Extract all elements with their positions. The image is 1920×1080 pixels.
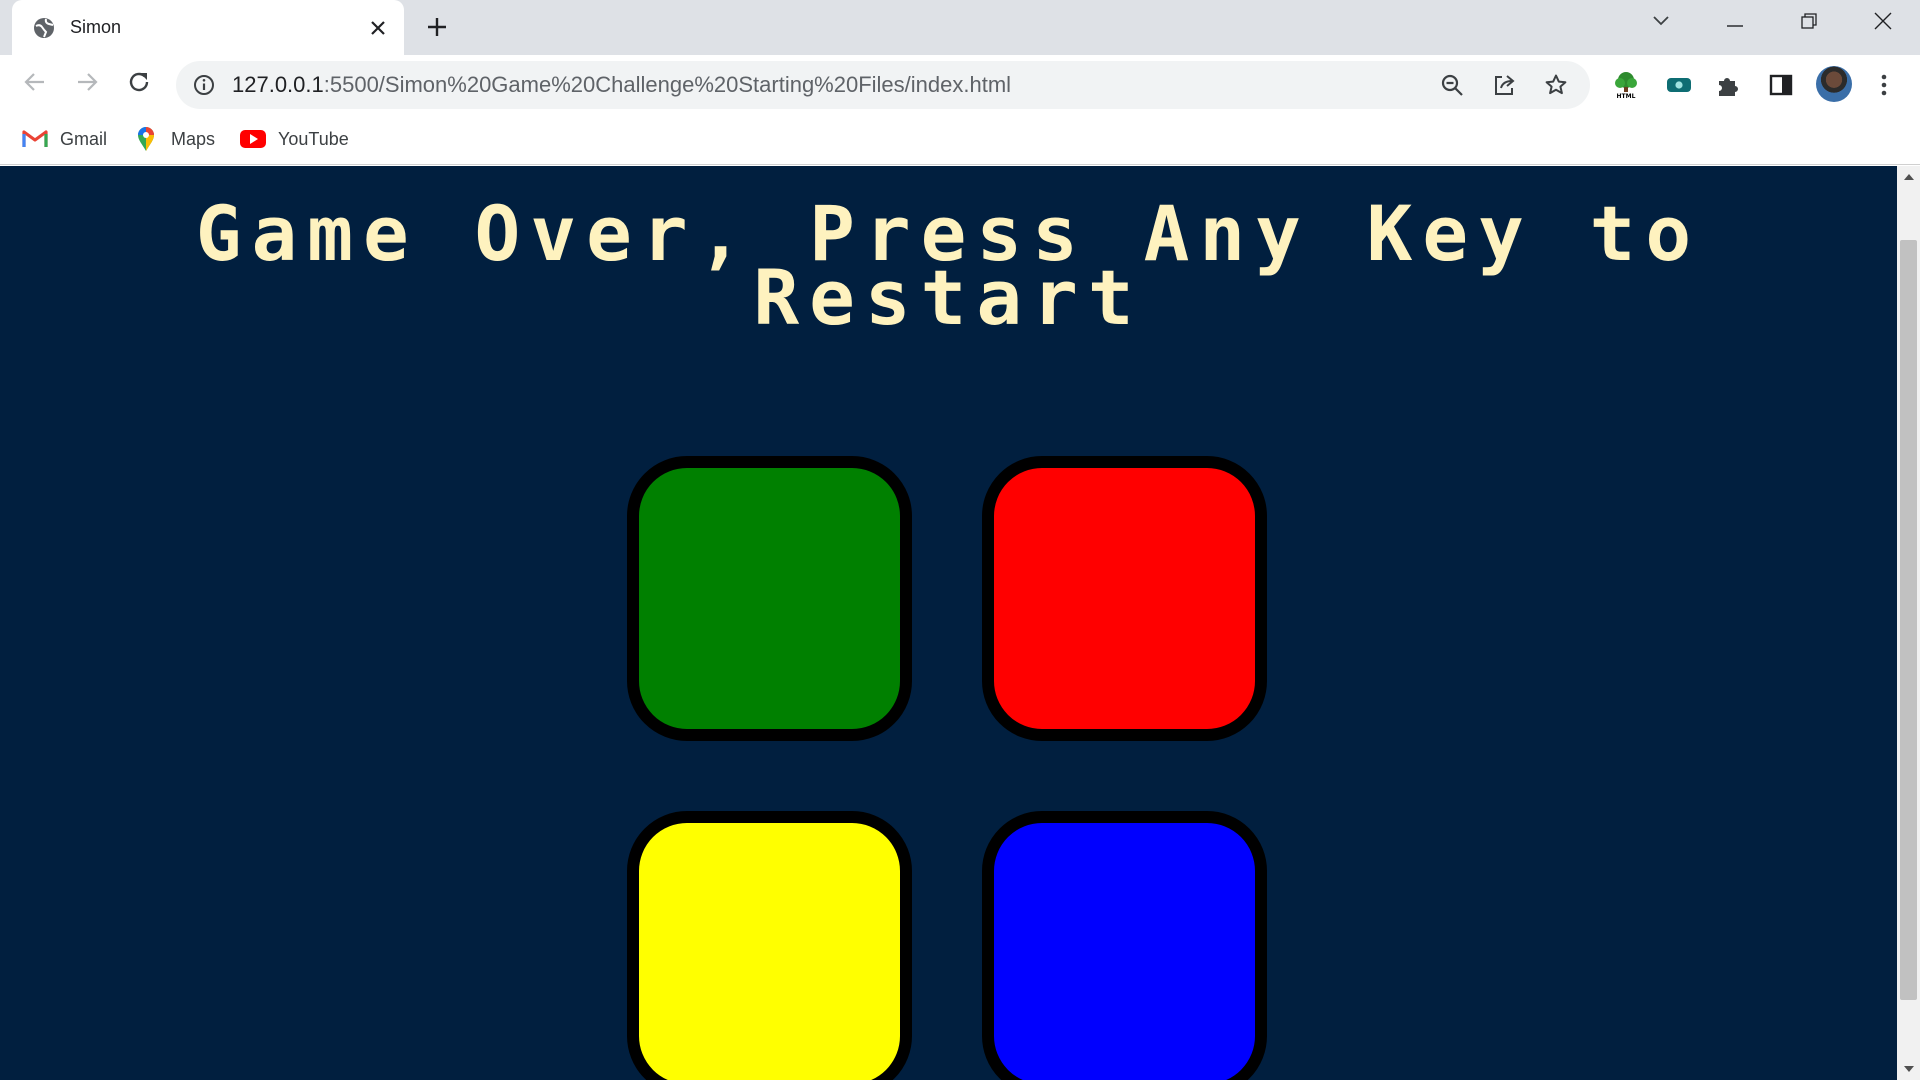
zoom-out-icon[interactable] [1434, 67, 1470, 103]
address-bar[interactable]: 127.0.0.1:5500/Simon%20Game%20Challenge%… [176, 61, 1590, 109]
teal-extension-icon[interactable] [1661, 67, 1697, 103]
close-window-button[interactable] [1846, 0, 1920, 46]
vertical-scrollbar[interactable] [1897, 166, 1920, 1080]
reload-button[interactable] [120, 65, 158, 103]
tab-title: Simon [70, 17, 122, 37]
html-tree-extension-icon[interactable]: HTML [1608, 67, 1644, 103]
scrollbar-thumb[interactable] [1900, 240, 1917, 1000]
more-vertical-icon[interactable] [1866, 67, 1902, 103]
bookmark-label: YouTube [278, 128, 349, 149]
red-button[interactable] [982, 456, 1267, 741]
tab-search-icon [1652, 14, 1670, 32]
reload-icon [127, 70, 151, 99]
svg-text:HTML: HTML [1617, 93, 1636, 100]
game-page: Game Over, Press Any Key to Restart [0, 166, 1897, 1080]
url-path: :5500/Simon%20Game%20Challenge%20Startin… [323, 72, 1012, 97]
scroll-down-arrow-icon[interactable] [1897, 1058, 1920, 1080]
new-tab-button[interactable] [420, 12, 454, 46]
site-info-icon[interactable] [190, 71, 218, 99]
bookmark-maps[interactable]: Maps [133, 124, 215, 154]
minimize-button[interactable] [1698, 0, 1772, 46]
tab-strip: Simon [0, 0, 1920, 55]
close-icon[interactable] [364, 14, 392, 42]
restore-button[interactable] [1772, 0, 1846, 46]
bookmark-star-icon[interactable] [1538, 67, 1574, 103]
back-button[interactable] [16, 65, 54, 103]
share-icon[interactable] [1486, 67, 1522, 103]
side-panel-icon[interactable] [1763, 67, 1799, 103]
forward-button[interactable] [68, 65, 106, 103]
scroll-up-arrow-icon[interactable] [1897, 166, 1920, 188]
url-host: 127.0.0.1 [232, 72, 324, 97]
bookmarks-bar: Gmail Maps YouTube [0, 114, 1920, 165]
maps-pin-icon [133, 127, 159, 151]
bookmark-youtube[interactable]: YouTube [240, 124, 349, 154]
url-text[interactable]: 127.0.0.1:5500/Simon%20Game%20Challenge%… [232, 72, 1434, 98]
puzzle-extensions-icon[interactable] [1711, 67, 1747, 103]
close-window-icon [1874, 12, 1892, 35]
green-button[interactable] [627, 456, 912, 741]
minimize-icon [1727, 14, 1743, 32]
globe-icon [32, 16, 56, 40]
tab-search-button[interactable] [1624, 0, 1698, 46]
plus-icon [426, 16, 448, 43]
profile-avatar[interactable] [1816, 66, 1852, 102]
browser-tab[interactable]: Simon [12, 0, 404, 55]
yellow-button[interactable] [627, 811, 912, 1080]
bookmark-gmail[interactable]: Gmail [22, 124, 107, 154]
arrow-left-icon [24, 71, 46, 98]
arrow-right-icon [76, 71, 98, 98]
gmail-icon [22, 127, 48, 151]
blue-button[interactable] [982, 811, 1267, 1080]
youtube-icon [240, 127, 266, 151]
bookmark-label: Gmail [60, 128, 108, 149]
level-title: Game Over, Press Any Key to Restart [195, 189, 1702, 342]
browser-toolbar: 127.0.0.1:5500/Simon%20Game%20Challenge%… [0, 55, 1920, 114]
bookmark-label: Maps [171, 128, 216, 149]
restore-icon [1801, 12, 1817, 34]
